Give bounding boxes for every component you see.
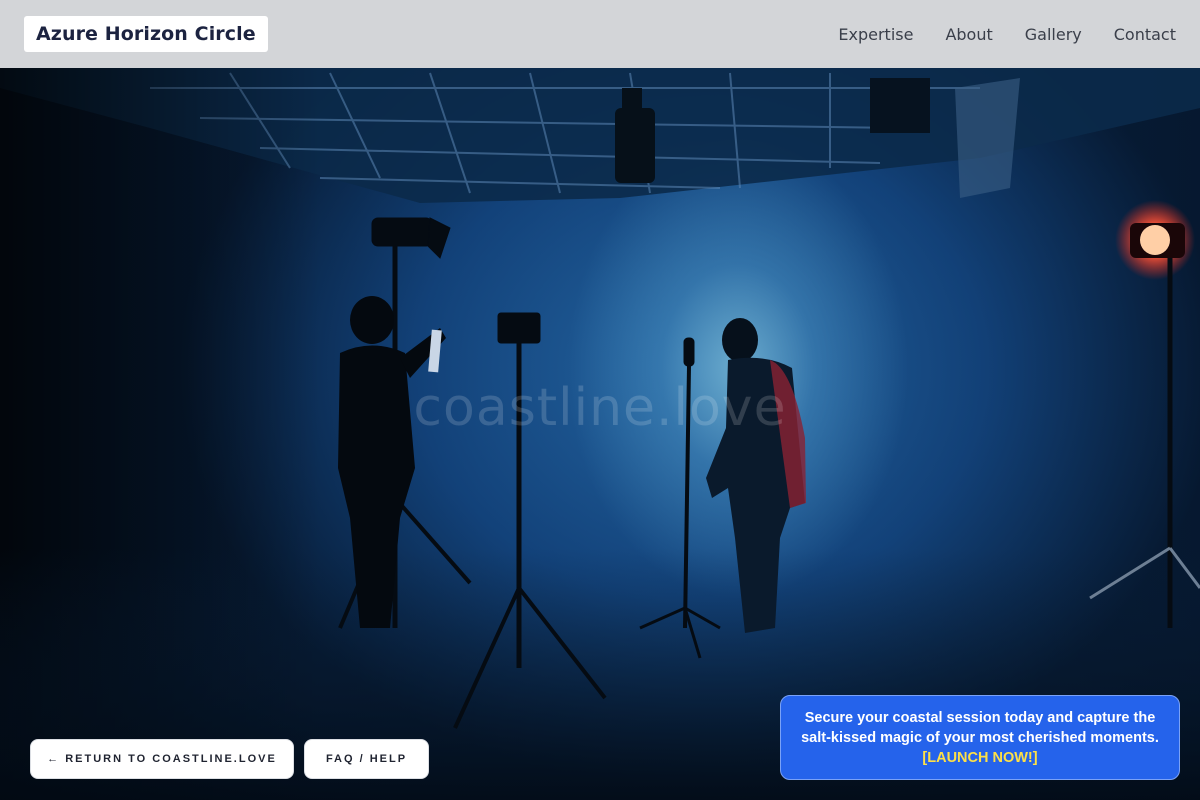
studio-scene-illustration [0, 68, 1200, 800]
nav-link-gallery[interactable]: Gallery [1025, 25, 1082, 44]
faq-help-button[interactable]: FAQ / HELP [304, 739, 429, 779]
page: Azure Horizon Circle Expertise About Gal… [0, 0, 1200, 800]
hero-photo: coastline.love [0, 68, 1200, 800]
return-to-site-button[interactable]: ← RETURN TO COASTLINE.LOVE [30, 739, 294, 779]
main-nav: Expertise About Gallery Contact [838, 25, 1176, 44]
nav-link-expertise[interactable]: Expertise [838, 25, 913, 44]
nav-link-about[interactable]: About [945, 25, 992, 44]
cta-banner: Secure your coastal session today and ca… [780, 695, 1180, 780]
site-header: Azure Horizon Circle Expertise About Gal… [0, 0, 1200, 68]
nav-link-contact[interactable]: Contact [1114, 25, 1176, 44]
launch-now-link[interactable]: [LAUNCH NOW!] [922, 748, 1037, 768]
brand-logo[interactable]: Azure Horizon Circle [24, 16, 268, 52]
cta-text: Secure your coastal session today and ca… [801, 709, 1159, 746]
